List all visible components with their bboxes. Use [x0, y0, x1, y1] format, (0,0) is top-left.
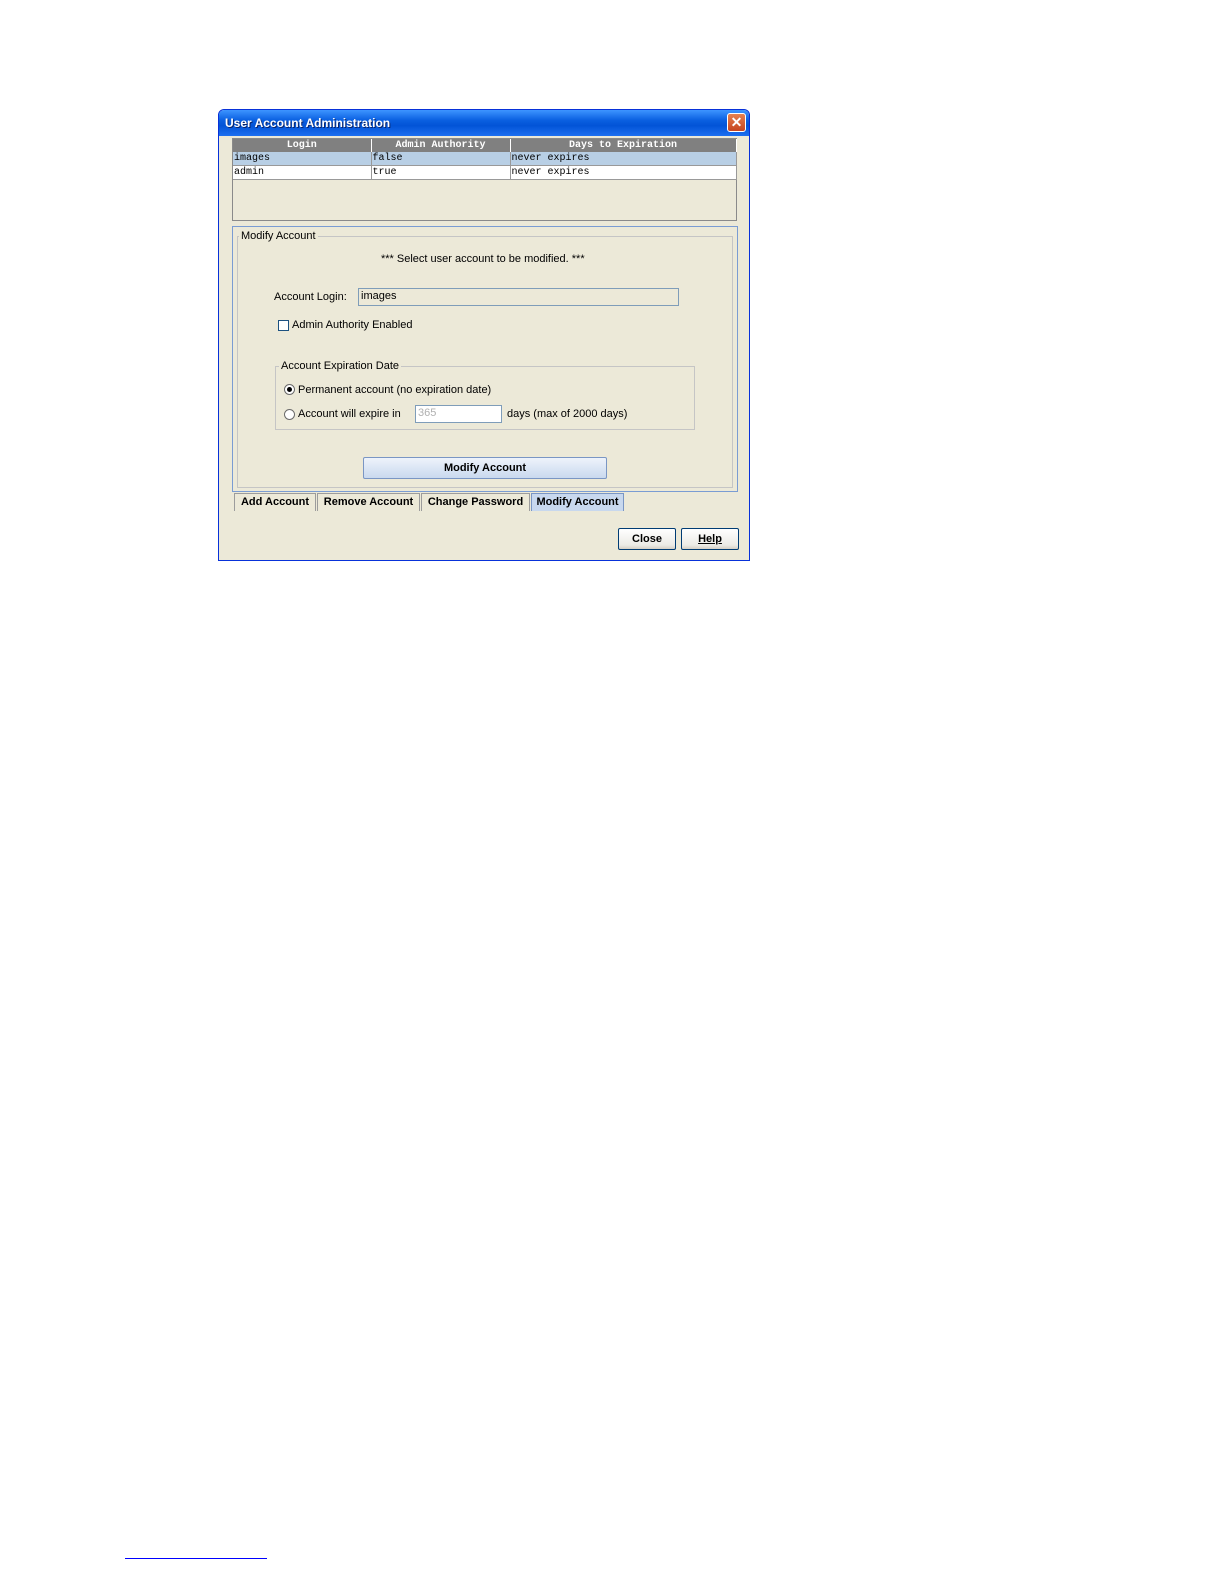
column-header-days-to-expiration[interactable]: Days to Expiration	[510, 139, 737, 152]
account-login-label: Account Login:	[274, 291, 347, 303]
tab-add-account[interactable]: Add Account	[234, 493, 316, 511]
modify-account-button[interactable]: Modify Account	[363, 457, 607, 479]
title-bar[interactable]: User Account Administration ✕	[219, 110, 749, 136]
column-header-login[interactable]: Login	[233, 139, 372, 152]
admin-authority-checkbox[interactable]	[278, 320, 289, 331]
account-will-expire-label[interactable]: Account will expire in	[298, 408, 401, 420]
expire-days-field[interactable]: 365	[415, 405, 502, 423]
cell-admin-authority: false	[371, 152, 511, 166]
cell-admin-authority: true	[371, 165, 511, 180]
expire-days-suffix: days (max of 2000 days)	[507, 408, 628, 420]
cell-login: admin	[233, 165, 372, 180]
tab-modify-account[interactable]: Modify Account	[531, 493, 624, 511]
footnote-separator-line	[125, 1558, 267, 1559]
cell-days-to-expiration: never expires	[510, 152, 737, 166]
user-account-admin-window: User Account Administration ✕ Login Admi…	[218, 109, 750, 561]
account-will-expire-radio[interactable]	[284, 409, 295, 420]
account-login-field[interactable]: images	[358, 288, 679, 306]
cell-login: images	[233, 152, 372, 166]
accounts-table: Login Admin Authority Days to Expiration…	[233, 139, 737, 180]
table-row[interactable]: admin true never expires	[233, 165, 737, 180]
permanent-account-radio[interactable]	[284, 384, 295, 395]
instruction-text: *** Select user account to be modified. …	[381, 253, 585, 265]
table-row[interactable]: images false never expires	[233, 152, 737, 166]
admin-authority-checkbox-label[interactable]: Admin Authority Enabled	[292, 319, 412, 331]
column-header-admin-authority[interactable]: Admin Authority	[371, 139, 511, 152]
modify-account-panel: Modify Account *** Select user account t…	[232, 226, 738, 492]
account-expiration-group-title: Account Expiration Date	[279, 360, 402, 372]
tab-change-password[interactable]: Change Password	[421, 493, 530, 511]
modify-account-group-title: Modify Account	[239, 230, 318, 242]
accounts-table-panel: Login Admin Authority Days to Expiration…	[232, 138, 737, 221]
help-button[interactable]: Help	[681, 528, 739, 550]
close-button[interactable]: Close	[618, 528, 676, 550]
close-window-icon[interactable]: ✕	[727, 113, 746, 132]
tab-remove-account[interactable]: Remove Account	[317, 493, 420, 511]
window-title: User Account Administration	[225, 116, 391, 130]
cell-days-to-expiration: never expires	[510, 165, 737, 180]
permanent-account-label[interactable]: Permanent account (no expiration date)	[298, 384, 491, 396]
